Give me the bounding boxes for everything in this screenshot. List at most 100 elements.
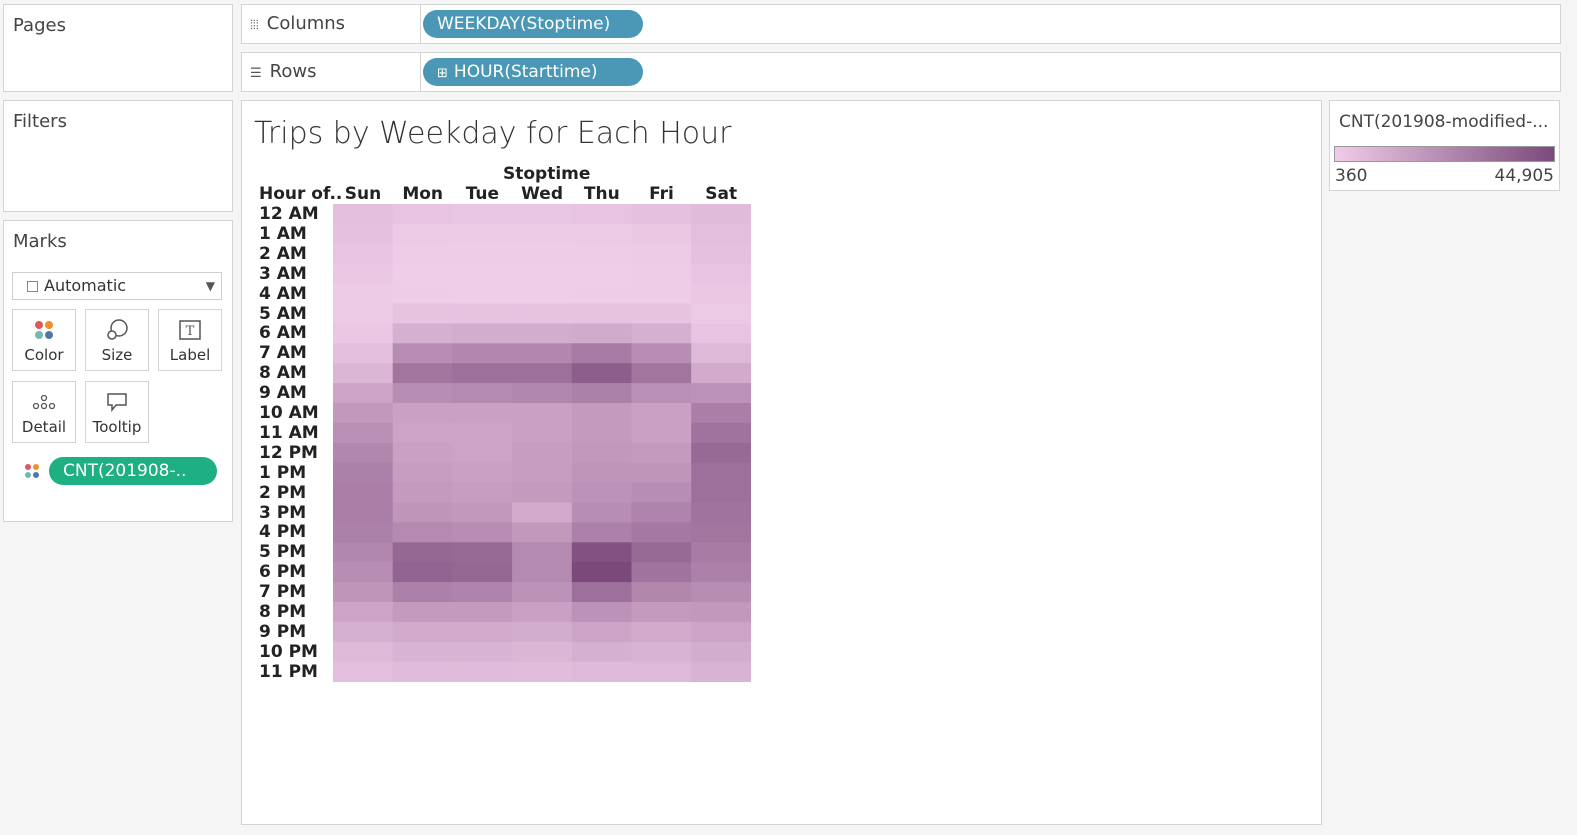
cnt-field-pill[interactable]: CNT(201908-.. [49, 457, 217, 485]
heatmap-cell[interactable] [631, 602, 692, 623]
heatmap-cell[interactable] [631, 482, 692, 503]
heatmap-cell[interactable] [452, 582, 513, 603]
heatmap-cell[interactable] [631, 263, 692, 285]
heatmap-cell[interactable] [631, 641, 692, 663]
heatmap-cell[interactable] [512, 462, 573, 484]
heatmap-cell[interactable] [452, 223, 513, 245]
heatmap-cell[interactable] [333, 323, 394, 344]
heatmap-cell[interactable] [452, 303, 513, 324]
heatmap-cell[interactable] [691, 442, 751, 464]
heatmap-cell[interactable] [333, 363, 394, 384]
row-label[interactable]: 11 AM [259, 423, 319, 443]
heatmap-cell[interactable] [691, 383, 751, 404]
heatmap-cell[interactable] [631, 542, 692, 563]
row-label[interactable]: 7 PM [259, 582, 306, 602]
heatmap-cell[interactable] [452, 641, 513, 663]
heatmap-cell[interactable] [571, 422, 632, 444]
heatmap-cell[interactable] [512, 422, 573, 444]
heatmap-cell[interactable] [392, 263, 453, 285]
heatmap-cell[interactable] [512, 482, 573, 503]
heatmap-cell[interactable] [571, 283, 632, 304]
heatmap-cell[interactable] [333, 462, 394, 484]
heatmap-cell[interactable] [333, 641, 394, 663]
heatmap-cell[interactable] [691, 462, 751, 484]
row-label[interactable]: 7 AM [259, 343, 307, 363]
row-label[interactable]: 6 PM [259, 562, 306, 582]
heatmap-cell[interactable] [571, 263, 632, 285]
row-label[interactable]: 11 PM [259, 662, 318, 682]
row-label[interactable]: 1 AM [259, 224, 307, 244]
heatmap-cell[interactable] [691, 303, 751, 324]
heatmap-cell[interactable] [392, 323, 453, 344]
heatmap-cell[interactable] [333, 422, 394, 444]
row-label[interactable]: 12 AM [259, 204, 319, 224]
column-header-wed[interactable]: Wed [512, 184, 572, 204]
heatmap-cell[interactable] [691, 223, 751, 245]
heatmap-cell[interactable] [452, 283, 513, 304]
heatmap-cell[interactable] [333, 283, 394, 304]
heatmap-cell[interactable] [691, 621, 751, 643]
heatmap-cell[interactable] [691, 582, 751, 603]
heatmap-cell[interactable] [571, 502, 632, 523]
heatmap-cell[interactable] [333, 383, 394, 404]
filters-panel[interactable]: Filters [3, 100, 233, 212]
heatmap-cell[interactable] [631, 204, 692, 225]
row-label[interactable]: 2 AM [259, 244, 307, 264]
tooltip-button[interactable]: Tooltip [85, 381, 149, 443]
heatmap-cell[interactable] [631, 422, 692, 444]
heatmap-cell[interactable] [452, 323, 513, 344]
heatmap-cell[interactable] [392, 283, 453, 304]
size-button[interactable]: Size [85, 309, 149, 371]
heatmap-cell[interactable] [631, 442, 692, 464]
heatmap-cell[interactable] [392, 462, 453, 484]
heatmap-cell[interactable] [691, 243, 751, 265]
heatmap-cell[interactable] [392, 482, 453, 503]
column-header-mon[interactable]: Mon [393, 184, 453, 204]
heatmap-cell[interactable] [571, 204, 632, 225]
heatmap-cell[interactable] [631, 403, 692, 424]
heatmap-cell[interactable] [631, 303, 692, 324]
heatmap-cell[interactable] [571, 482, 632, 503]
heatmap-cell[interactable] [631, 661, 692, 682]
heatmap-cell[interactable] [691, 562, 751, 583]
heatmap-cell[interactable] [571, 303, 632, 324]
heatmap-cell[interactable] [452, 403, 513, 424]
row-label[interactable]: 4 PM [259, 522, 306, 542]
heatmap-cell[interactable] [392, 204, 453, 225]
heatmap-cell[interactable] [512, 383, 573, 404]
row-label[interactable]: 2 PM [259, 483, 306, 503]
heatmap-cell[interactable] [392, 343, 453, 364]
heatmap-cell[interactable] [512, 363, 573, 384]
heatmap-cell[interactable] [512, 283, 573, 304]
heatmap-cell[interactable] [512, 582, 573, 603]
heatmap-cell[interactable] [452, 442, 513, 464]
heatmap-cell[interactable] [512, 562, 573, 583]
heatmap-cell[interactable] [571, 462, 632, 484]
hour-starttime-pill[interactable]: ⊞ HOUR(Starttime) [423, 58, 643, 86]
row-label[interactable]: 1 PM [259, 463, 306, 483]
heatmap-cell[interactable] [512, 223, 573, 245]
heatmap-cell[interactable] [512, 303, 573, 324]
heatmap-cell[interactable] [333, 303, 394, 324]
row-label[interactable]: 3 AM [259, 264, 307, 284]
heatmap-cell[interactable] [631, 502, 692, 523]
heatmap-cell[interactable] [631, 283, 692, 304]
heatmap-cell[interactable] [631, 522, 692, 543]
heatmap-cell[interactable] [512, 621, 573, 643]
heatmap-cell[interactable] [392, 641, 453, 663]
heatmap-cell[interactable] [512, 263, 573, 285]
heatmap-cell[interactable] [512, 502, 573, 523]
heatmap-cell[interactable] [571, 343, 632, 364]
row-label[interactable]: 3 PM [259, 503, 306, 523]
heatmap-cell[interactable] [691, 422, 751, 444]
heatmap-cell[interactable] [691, 204, 751, 225]
heatmap-cell[interactable] [571, 223, 632, 245]
heatmap-cell[interactable] [392, 542, 453, 563]
heatmap-cell[interactable] [512, 403, 573, 424]
heatmap-cell[interactable] [691, 482, 751, 503]
column-header-sat[interactable]: Sat [691, 184, 751, 204]
row-label[interactable]: 8 PM [259, 602, 306, 622]
heatmap-cell[interactable] [392, 582, 453, 603]
row-field-header[interactable]: Hour of.. [259, 184, 342, 204]
heatmap-cell[interactable] [392, 303, 453, 324]
